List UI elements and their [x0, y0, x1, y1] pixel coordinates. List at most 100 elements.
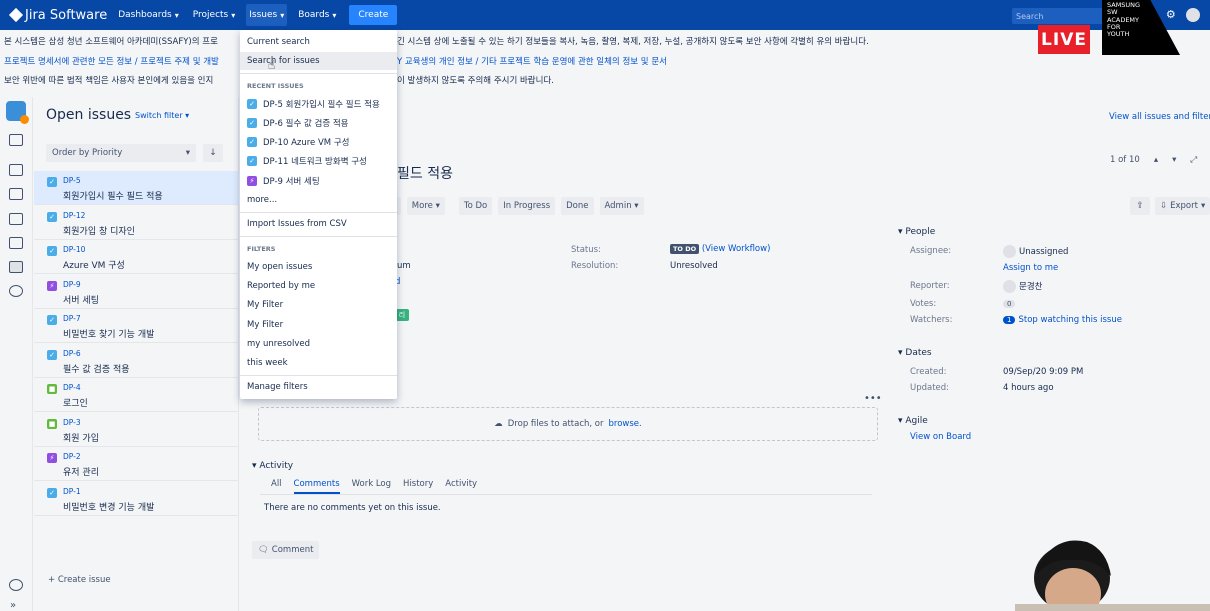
expand-icon[interactable]: »	[10, 600, 16, 611]
list-item[interactable]: ✓ DP-12 회원가입 창 디자인	[34, 206, 239, 240]
search-input[interactable]: Search	[1012, 8, 1104, 24]
nav-projects[interactable]: Projects ▾	[190, 4, 239, 26]
view-on-board-link[interactable]: View on Board	[910, 432, 971, 442]
task-icon: ✓	[47, 350, 57, 360]
components-icon[interactable]	[9, 285, 23, 297]
menu-recent-issue[interactable]: ✓ DP-10 Azure VM 구성	[240, 133, 397, 151]
list-item[interactable]: ✓ DP-10 Azure VM 구성	[34, 240, 239, 274]
create-issue-link[interactable]: + Create issue	[48, 575, 111, 585]
attachment-dropzone[interactable]: ☁ Drop files to attach, or browse.	[258, 407, 878, 441]
prev-icon[interactable]: ▴	[1154, 155, 1158, 165]
list-item[interactable]: ■ DP-3 회원 가입	[34, 413, 239, 447]
menu-recent-issue[interactable]: ⚡ DP-9 서버 세팅	[240, 172, 397, 190]
sort-direction-button[interactable]: ↓	[203, 144, 223, 162]
votes-value[interactable]: 0	[1003, 299, 1016, 309]
view-all-issues-link[interactable]: View all issues and filters	[1109, 112, 1210, 122]
view-workflow-link[interactable]: (View Workflow)	[702, 244, 771, 254]
status-value: TO DO (View Workflow)	[670, 244, 770, 254]
more-options-icon[interactable]: •••	[864, 393, 882, 404]
tab-work-log[interactable]: Work Log	[352, 479, 391, 494]
menu-more[interactable]: more...	[240, 191, 397, 209]
next-icon[interactable]: ▾	[1172, 155, 1176, 165]
project-avatar[interactable]	[6, 101, 29, 124]
share-icon[interactable]: ⇪	[1130, 197, 1150, 215]
menu-filter[interactable]: this week	[240, 354, 397, 372]
label-tag: 리	[395, 309, 409, 321]
create-button[interactable]: Create	[349, 5, 398, 25]
activity-heading[interactable]: ▾ Activity	[252, 461, 293, 471]
in-progress-button[interactable]: In Progress	[498, 197, 556, 215]
created-label: Created:	[910, 367, 947, 377]
browse-link[interactable]: browse.	[609, 419, 642, 429]
nav-boards[interactable]: Boards ▾	[295, 4, 339, 26]
more-button[interactable]: More ▾	[406, 197, 445, 215]
votes-label: Votes:	[910, 299, 937, 309]
todo-button[interactable]: To Do	[458, 197, 493, 215]
board-icon[interactable]	[9, 188, 23, 200]
epic-icon: ⚡	[47, 281, 57, 291]
pager-text: 1 of 10	[1110, 155, 1140, 165]
menu-recent-issue[interactable]: ✓ DP-5 회원가입시 필수 필드 적용	[240, 95, 397, 113]
dates-heading[interactable]: ▾ Dates	[898, 348, 932, 358]
chevron-down-icon: ▾	[332, 10, 337, 20]
nav-issues[interactable]: Issues ▾	[246, 4, 288, 26]
backlog-icon[interactable]	[9, 134, 23, 146]
list-item[interactable]: ✓ DP-5 회원가입시 필수 필드 적용	[34, 171, 239, 205]
issues-icon[interactable]	[9, 261, 23, 273]
watchers-label: Watchers:	[910, 315, 953, 325]
avatar[interactable]	[1185, 8, 1200, 22]
done-button[interactable]: Done	[561, 197, 594, 215]
task-icon: ✓	[247, 156, 257, 166]
banner-line-3: 보안 위반에 따른 법적 책임은 사용자 본인에게 있음을 인지	[4, 76, 214, 86]
menu-current-search[interactable]: Current search	[240, 33, 397, 51]
assign-to-me-link[interactable]: Assign to me	[1003, 263, 1058, 273]
banner-line-2: 프로젝트 명세서에 관련한 모든 정보 / 프로젝트 주제 및 개발	[4, 57, 219, 67]
story-icon: ■	[47, 384, 57, 394]
export-button[interactable]: ⇩ Export ▾	[1155, 197, 1210, 215]
menu-filter[interactable]: Reported by me	[240, 277, 397, 295]
stop-watching-link[interactable]: Stop watching this issue	[1018, 315, 1121, 325]
menu-recent-issue[interactable]: ✓ DP-6 필수 값 검증 적용	[240, 114, 397, 132]
agile-heading[interactable]: ▾ Agile	[898, 416, 928, 426]
gear-icon[interactable]: ⚙	[1166, 8, 1176, 22]
menu-filter[interactable]: My open issues	[240, 258, 397, 276]
list-item[interactable]: ⚡ DP-2 유저 관리	[34, 447, 239, 481]
epic-icon: ⚡	[247, 176, 257, 186]
jira-logo[interactable]: Jira Software	[0, 8, 107, 23]
list-item[interactable]: ■ DP-4 로그인	[34, 378, 239, 412]
tab-comments[interactable]: Comments	[293, 479, 340, 494]
list-item[interactable]: ✓ DP-7 비밀번호 찾기 기능 개발	[34, 309, 239, 343]
menu-search-issues[interactable]: Search for issues	[240, 52, 397, 70]
created-value: 09/Sep/20 9:09 PM	[1003, 367, 1084, 377]
list-item[interactable]: ⚡ DP-9 서버 세팅	[34, 275, 239, 309]
updated-label: Updated:	[910, 383, 950, 393]
menu-recent-issue[interactable]: ✓ DP-11 네트워크 방화벽 구성	[240, 152, 397, 170]
admin-button[interactable]: Admin ▾	[599, 197, 644, 215]
reports-icon[interactable]	[9, 237, 23, 249]
releases-icon[interactable]	[9, 213, 23, 225]
top-nav: Jira Software Dashboards ▾ Projects ▾ Issu…	[0, 0, 1210, 30]
menu-filter[interactable]: My Filter	[240, 316, 397, 334]
tab-activity[interactable]: Activity	[445, 479, 477, 494]
recent-issues-heading: RECENT ISSUES	[247, 82, 304, 90]
chevron-down-icon: ▾	[185, 148, 190, 158]
people-heading[interactable]: ▾ People	[898, 227, 935, 237]
menu-filter[interactable]: My Filter	[240, 296, 397, 314]
tab-history[interactable]: History	[403, 479, 433, 494]
list-item[interactable]: ✓ DP-6 필수 값 검증 적용	[34, 344, 239, 378]
jira-logo-icon	[8, 7, 24, 23]
nav-dashboards[interactable]: Dashboards ▾	[115, 4, 182, 26]
avatar	[1003, 280, 1016, 293]
stack-icon[interactable]	[9, 164, 23, 176]
tab-all[interactable]: All	[271, 479, 282, 494]
switch-filter-link[interactable]: Switch filter ▾	[135, 111, 189, 120]
settings-icon[interactable]	[9, 579, 23, 591]
menu-manage-filters[interactable]: Manage filters	[240, 378, 397, 396]
chevron-down-icon: ▾	[174, 10, 179, 20]
list-item[interactable]: ✓ DP-1 비밀번호 변경 기능 개발	[34, 482, 239, 516]
comment-button[interactable]: 🗨 Comment	[252, 541, 320, 559]
order-by-select[interactable]: Order by Priority ▾	[46, 144, 196, 162]
expand-icon[interactable]: ⤢	[1190, 155, 1197, 165]
menu-import-csv[interactable]: Import Issues from CSV	[240, 215, 397, 233]
menu-filter[interactable]: my unresolved	[240, 335, 397, 353]
